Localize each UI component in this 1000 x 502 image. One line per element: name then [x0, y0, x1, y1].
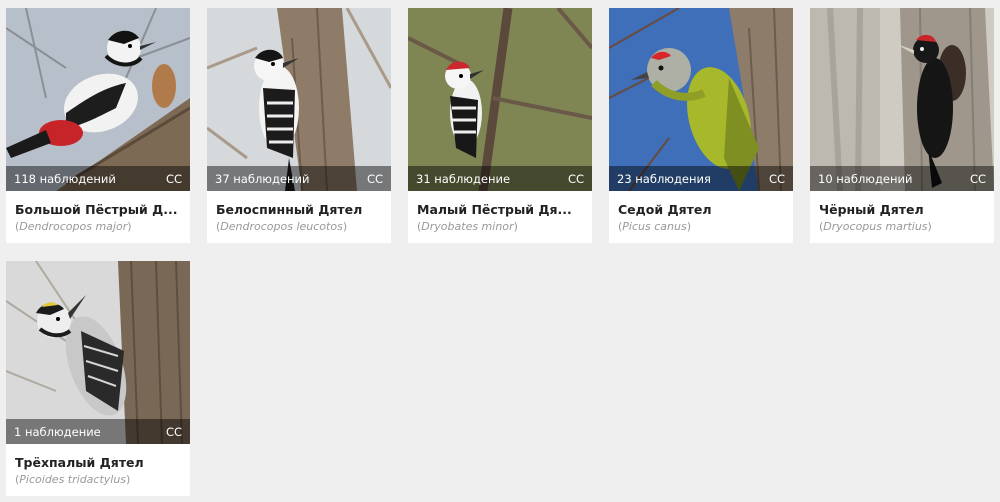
license-badge: CC [567, 172, 584, 186]
species-latin-name: (Dryobates minor) [417, 220, 518, 233]
species-card-dryocopus-martius[interactable]: 10 наблюдений CC Чёрный Дятел (Dryocopus… [810, 8, 994, 243]
species-common-name[interactable]: Белоспинный Дятел [216, 202, 384, 217]
observation-count[interactable]: 118 наблюдений [14, 172, 116, 186]
observation-count[interactable]: 37 наблюдений [215, 172, 309, 186]
species-photo[interactable] [207, 8, 391, 191]
species-photo[interactable] [408, 8, 592, 191]
license-badge: CC [969, 172, 986, 186]
species-latin-name: (Dendrocopos major) [15, 220, 132, 233]
species-grid: 118 наблюдений CC Большой Пёстрый Д... (… [0, 0, 1000, 502]
species-photo[interactable] [6, 8, 190, 191]
species-card-dendrocopos-major[interactable]: 118 наблюдений CC Большой Пёстрый Д... (… [6, 8, 190, 243]
species-photo[interactable] [609, 8, 793, 191]
species-latin-name: (Picus canus) [618, 220, 691, 233]
license-badge: CC [768, 172, 785, 186]
species-common-name[interactable]: Трёхпалый Дятел [15, 455, 183, 470]
species-common-name[interactable]: Чёрный Дятел [819, 202, 987, 217]
species-common-name[interactable]: Большой Пёстрый Д... [15, 202, 183, 217]
species-latin-name: (Dryocopus martius) [819, 220, 932, 233]
observation-count[interactable]: 23 наблюдения [617, 172, 711, 186]
observation-count[interactable]: 10 наблюдений [818, 172, 912, 186]
species-card-dryobates-minor[interactable]: 31 наблюдение CC Малый Пёстрый Дя... (Dr… [408, 8, 592, 243]
license-badge: CC [366, 172, 383, 186]
species-common-name[interactable]: Малый Пёстрый Дя... [417, 202, 585, 217]
species-latin-name: (Dendrocopos leucotos) [216, 220, 348, 233]
species-photo[interactable] [810, 8, 994, 191]
observation-count[interactable]: 1 наблюдение [14, 425, 101, 439]
observation-count[interactable]: 31 наблюдение [416, 172, 510, 186]
license-badge: CC [165, 425, 182, 439]
species-common-name[interactable]: Седой Дятел [618, 202, 786, 217]
species-photo[interactable] [6, 261, 190, 444]
species-card-picus-canus[interactable]: 23 наблюдения CC Седой Дятел (Picus canu… [609, 8, 793, 243]
species-card-dendrocopos-leucotos[interactable]: 37 наблюдений CC Белоспинный Дятел (Dend… [207, 8, 391, 243]
species-latin-name: (Picoides tridactylus) [15, 473, 131, 486]
license-badge: CC [165, 172, 182, 186]
species-card-picoides-tridactylus[interactable]: 1 наблюдение CC Трёхпалый Дятел (Picoide… [6, 261, 190, 496]
